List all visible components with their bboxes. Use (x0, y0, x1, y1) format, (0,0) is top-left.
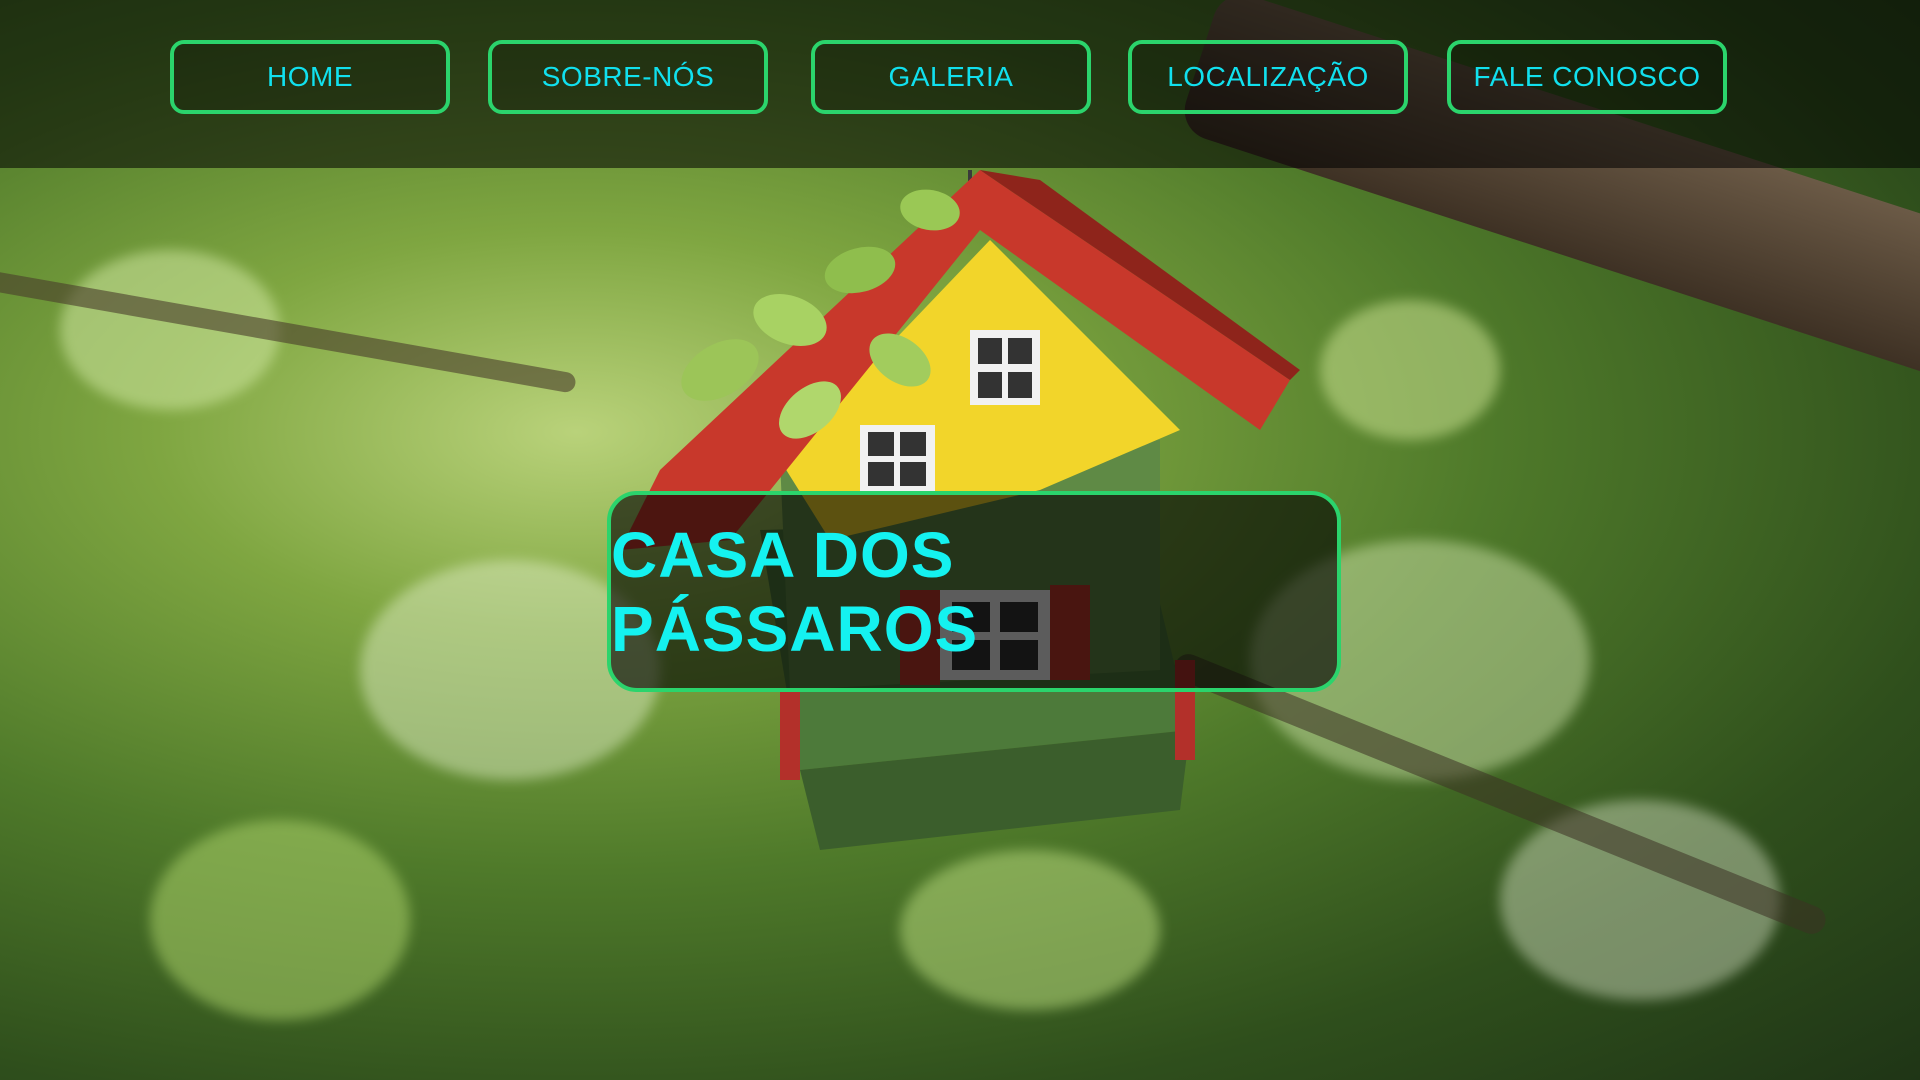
nav-location-button[interactable]: LOCALIZAÇÃO (1128, 40, 1408, 114)
nav-home-button[interactable]: HOME (170, 40, 450, 114)
nav-gallery-button[interactable]: GALERIA (811, 40, 1091, 114)
top-navigation: HOME SOBRE-NÓS GALERIA LOCALIZAÇÃO FALE … (0, 0, 1920, 168)
nav-contact-button[interactable]: FALE CONOSCO (1447, 40, 1727, 114)
nav-about-button[interactable]: SOBRE-NÓS (488, 40, 768, 114)
hero-title-box: CASA DOS PÁSSAROS (607, 491, 1341, 692)
hero-title: CASA DOS PÁSSAROS (611, 518, 979, 665)
page: HOME SOBRE-NÓS GALERIA LOCALIZAÇÃO FALE … (0, 0, 1920, 1080)
